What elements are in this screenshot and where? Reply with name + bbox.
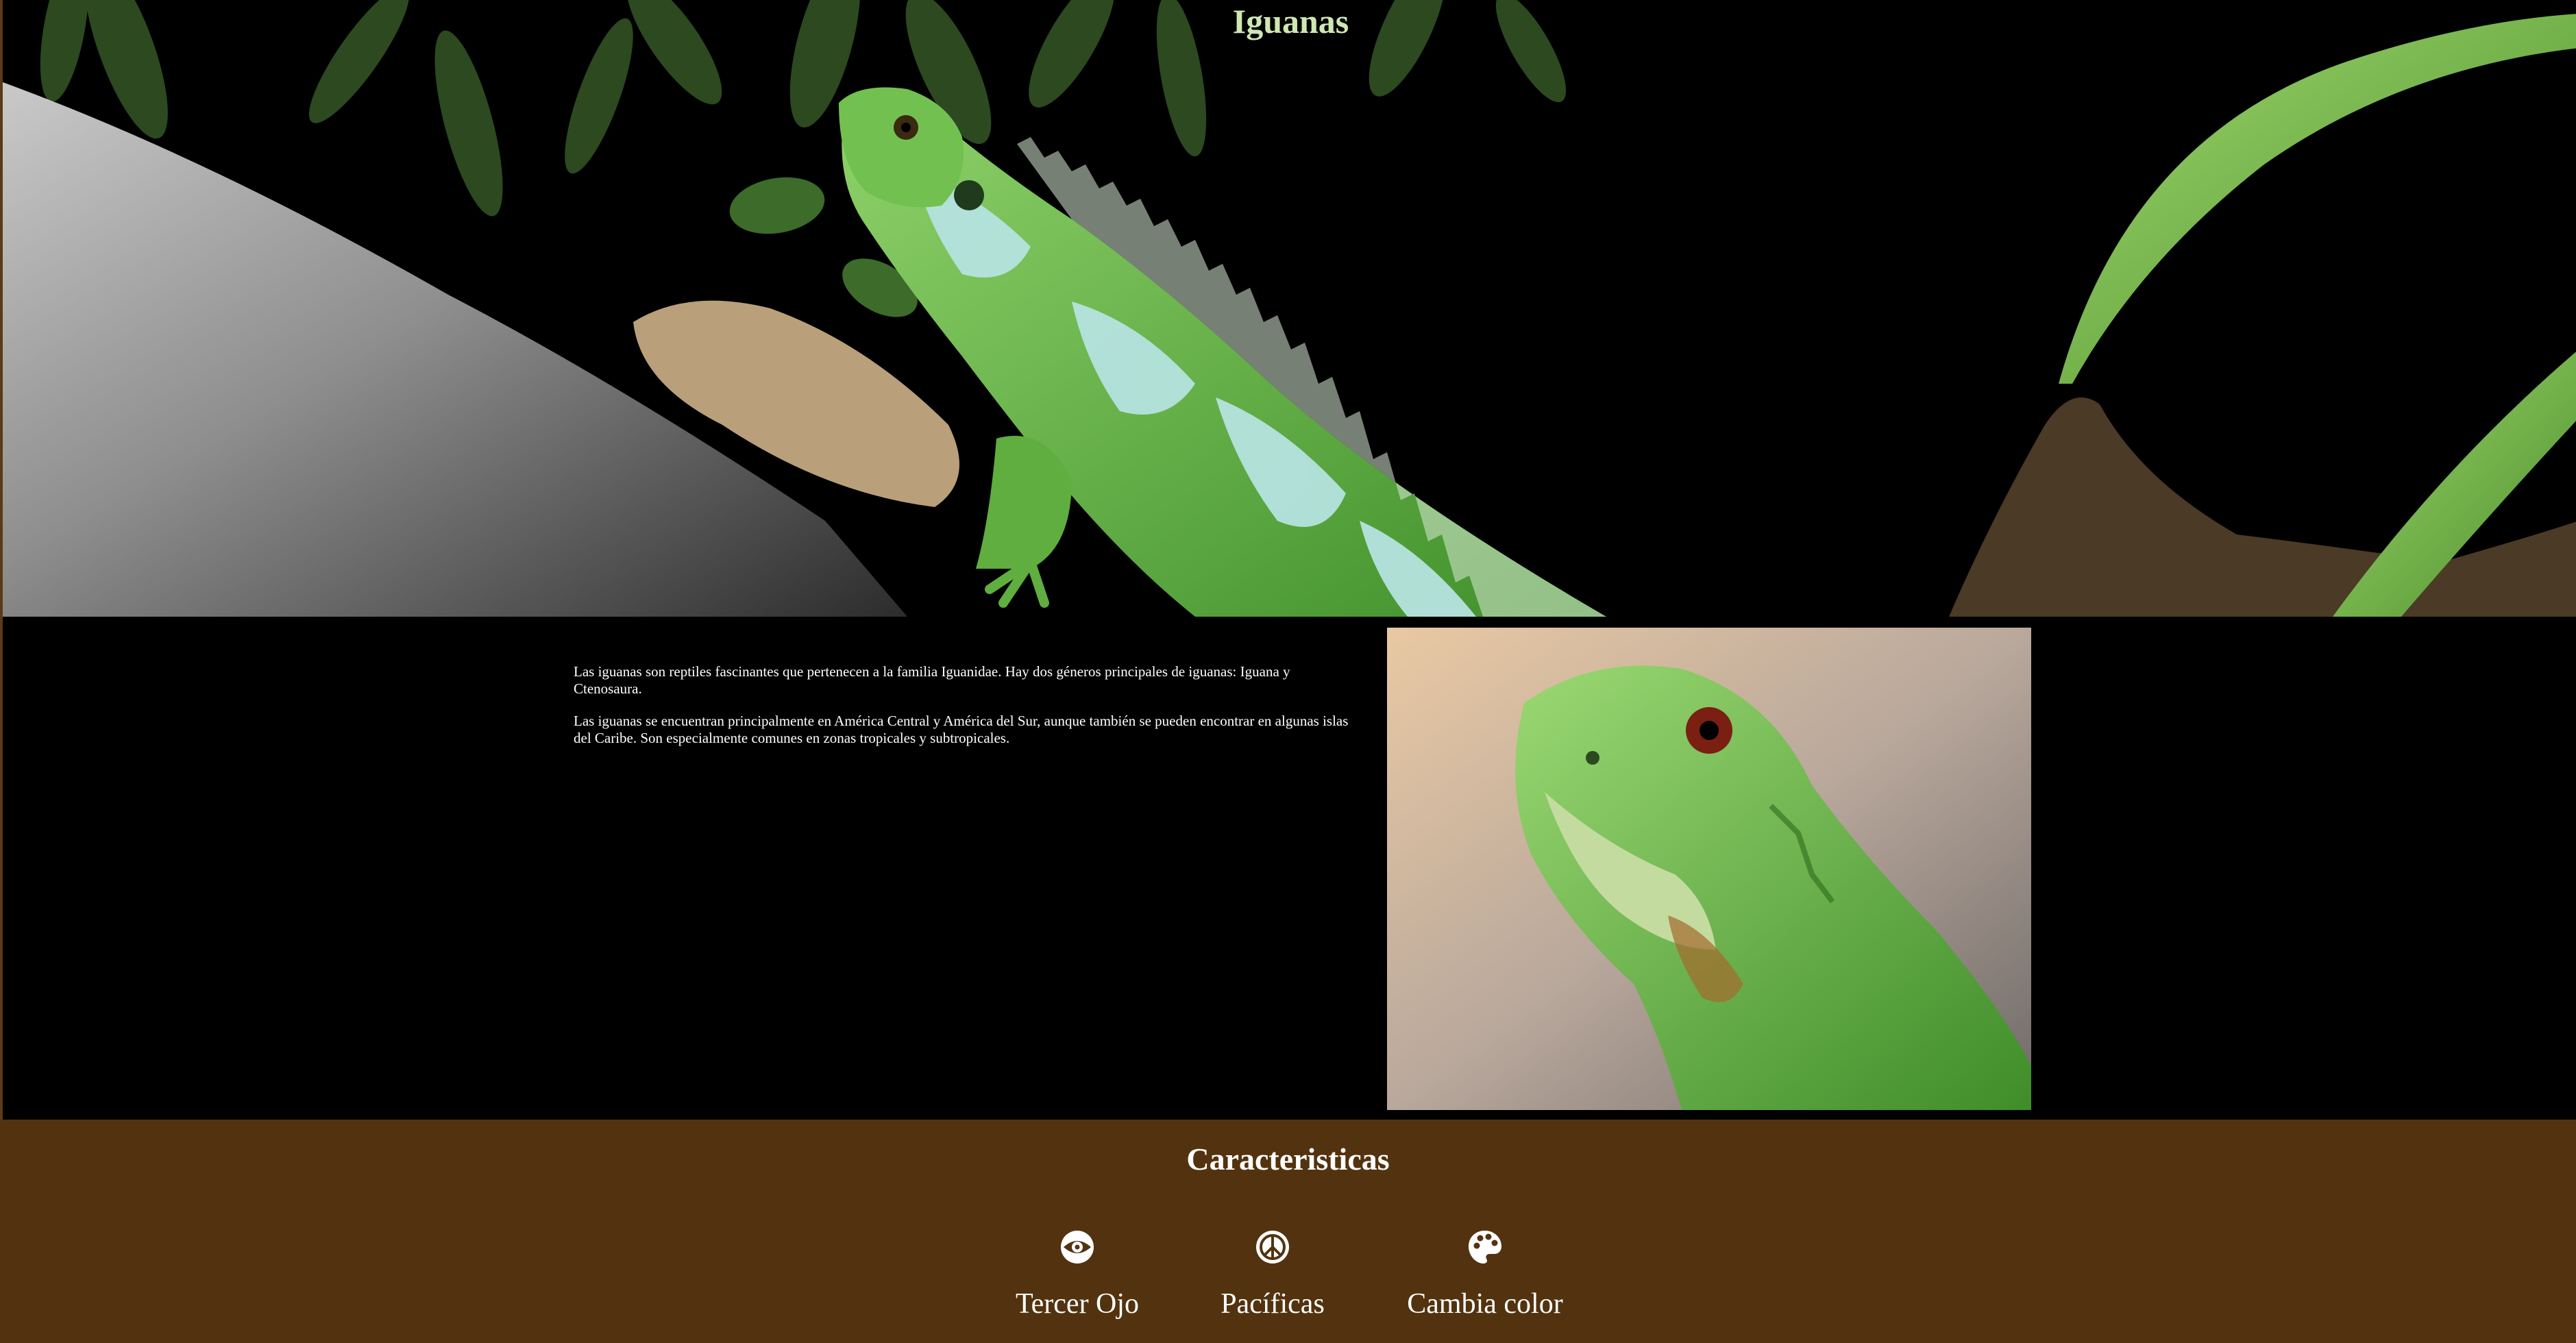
feature-label: Cambia color [1407, 1288, 1563, 1320]
hero-banner: Iguanas [0, 0, 2576, 617]
features-section: Caracteristicas Tercer Ojo Pacíficas Cam… [0, 1120, 2576, 1343]
feature-item-pacificas: Pacíficas [1163, 1229, 1382, 1321]
features-title: Caracteristicas [1186, 1142, 1390, 1176]
eye-icon [1061, 1231, 1094, 1264]
intro-paragraph: Las iguanas son reptiles fascinantes que… [574, 663, 1290, 697]
iguana-photo [1387, 628, 2031, 1110]
palette-icon [1469, 1231, 1501, 1264]
feature-label: Pacíficas [1220, 1288, 1325, 1320]
feature-label: Tercer Ojo [1015, 1288, 1140, 1320]
intro-section: Las iguanas son reptiles fascinantes que… [0, 617, 2576, 1120]
intro-paragraph: Las iguanas se encuentran principalmente… [574, 713, 1349, 746]
feature-item-cambia-color: Cambia color [1375, 1229, 1595, 1321]
feature-item-tercer-ojo: Tercer Ojo [968, 1229, 1187, 1321]
hero-iguana-image [3, 0, 2576, 617]
intro-text: Las iguanas son reptiles fascinantes que… [574, 663, 1355, 762]
iguana-closeup-image [1387, 628, 2031, 1110]
page-title: Iguanas [1232, 2, 1349, 40]
peace-icon [1256, 1231, 1289, 1264]
